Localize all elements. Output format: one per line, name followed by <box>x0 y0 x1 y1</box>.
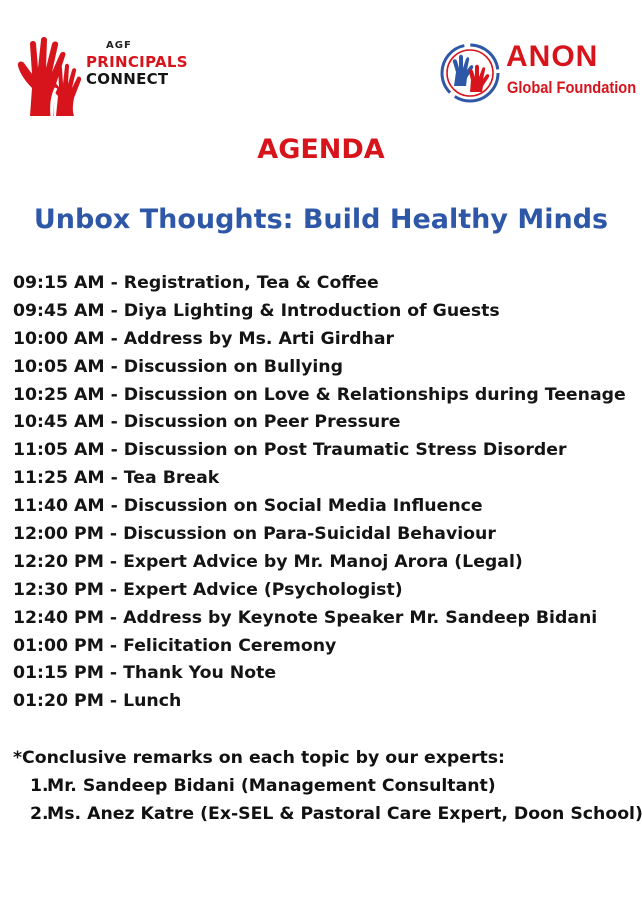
anon-global-foundation-logo: ANON Global Foundation <box>440 40 636 106</box>
expert-text: Mr. Sandeep Bidani (Management Consultan… <box>47 776 496 796</box>
schedule-item: 10:00 AM - Address by Ms. Arti Girdhar <box>13 328 395 349</box>
expert-text: Ms. Anez Katre (Ex-SEL & Pastoral Care E… <box>47 804 642 824</box>
schedule-item: 09:15 AM - Registration, Tea & Coffee <box>13 273 379 293</box>
expert-number: 1. <box>30 776 49 796</box>
raised-hands-icon <box>17 37 82 116</box>
logo-principals-text: PRINCIPALS <box>86 53 188 71</box>
logo-anon-text: ANON <box>506 40 599 73</box>
agf-principals-connect-logo: AGF PRINCIPALS CONNECT <box>16 36 188 116</box>
agenda-heading: AGENDA <box>257 134 385 165</box>
schedule-list: 09:15 AM - Registration, Tea & Coffee 09… <box>13 270 626 716</box>
logo-global-foundation-text: Global Foundation <box>507 78 637 97</box>
schedule-item: 10:45 AM - Discussion on Peer Pressure <box>13 412 401 433</box>
schedule-item: 12:00 PM - Discussion on Para-Suicidal B… <box>13 524 496 545</box>
schedule-item: 11:05 AM - Discussion on Post Traumatic … <box>13 440 567 461</box>
expert-number: 2. <box>30 804 49 824</box>
schedule-item: 09:45 AM - Diya Lighting & Introduction … <box>13 300 500 321</box>
experts-list: 1.Mr. Sandeep Bidani (Management Consult… <box>30 772 642 828</box>
hands-circle-icon <box>440 43 500 103</box>
schedule-item: 01:15 PM - Thank You Note <box>13 663 277 684</box>
schedule-item: 11:40 AM - Discussion on Social Media In… <box>13 496 483 517</box>
remarks-intro: *Conclusive remarks on each topic by our… <box>13 748 505 768</box>
event-subtitle: Unbox Thoughts: Build Healthy Minds <box>33 204 609 235</box>
expert-item: 1.Mr. Sandeep Bidani (Management Consult… <box>30 772 642 800</box>
schedule-item: 12:30 PM - Expert Advice (Psychologist) <box>13 579 403 600</box>
schedule-item: 10:25 AM - Discussion on Love & Relation… <box>13 384 626 405</box>
logo-connect-text: CONNECT <box>86 70 169 88</box>
schedule-item: 10:05 AM - Discussion on Bullying <box>13 356 343 377</box>
logo-agf-text: AGF <box>106 40 132 51</box>
schedule-item: 01:00 PM - Felicitation Ceremony <box>13 635 337 656</box>
expert-item: 2.Ms. Anez Katre (Ex-SEL & Pastoral Care… <box>30 800 642 828</box>
schedule-item: 01:20 PM - Lunch <box>13 691 182 712</box>
schedule-item: 11:25 AM - Tea Break <box>13 468 220 489</box>
schedule-item: 12:40 PM - Address by Keynote Speaker Mr… <box>13 607 598 628</box>
schedule-item: 12:20 PM - Expert Advice by Mr. Manoj Ar… <box>13 551 523 572</box>
